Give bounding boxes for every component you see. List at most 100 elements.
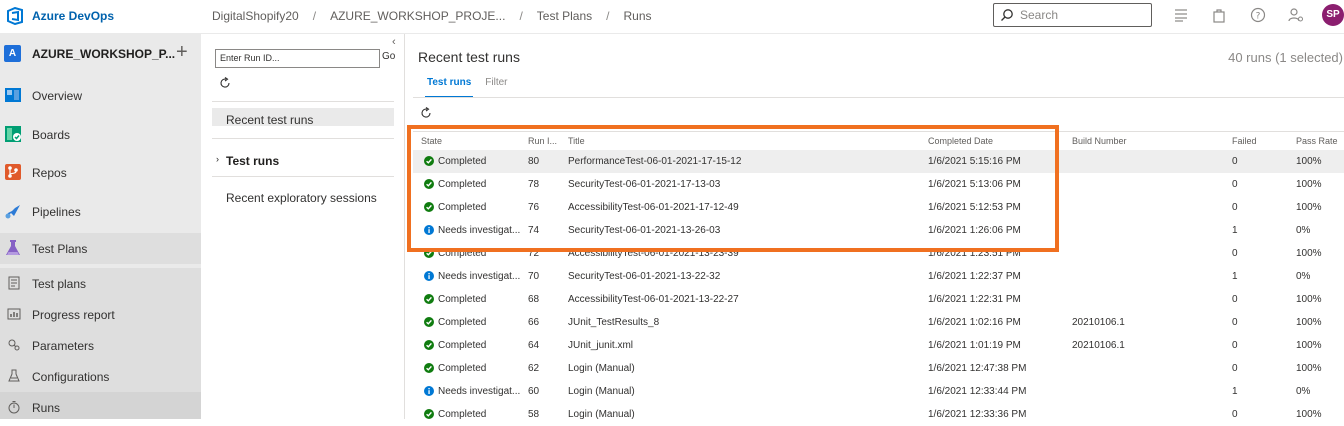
nav-item-label: Overview bbox=[32, 89, 83, 103]
row-build-number: 20210106.1 bbox=[1072, 340, 1125, 351]
settings-list-icon[interactable] bbox=[1173, 7, 1189, 23]
nav-item-boards[interactable]: Boards bbox=[0, 119, 201, 150]
nav-subitem-progress-report[interactable]: Progress report bbox=[0, 299, 201, 330]
row-pass-rate: 0% bbox=[1296, 225, 1311, 236]
nav-item-test-plans[interactable]: Test Plans bbox=[0, 233, 201, 264]
project-header[interactable]: A AZURE_WORKSHOP_P... + bbox=[0, 34, 201, 72]
test-plans-icon bbox=[6, 240, 20, 255]
table-row[interactable]: Needs investigat... 70 SecurityTest-06-01-… bbox=[413, 265, 1344, 288]
row-title[interactable]: SecurityTest-06-01-2021-13-22-32 bbox=[568, 271, 720, 282]
row-title[interactable]: JUnit_junit.xml bbox=[568, 340, 633, 351]
nav-subitem-parameters[interactable]: Parameters bbox=[0, 330, 201, 361]
nav-subitem-runs[interactable]: Runs bbox=[0, 392, 201, 419]
marketplace-bag-icon[interactable] bbox=[1211, 7, 1227, 23]
test-plans-list-icon bbox=[8, 276, 20, 290]
row-pass-rate: 100% bbox=[1296, 179, 1322, 190]
search-box[interactable] bbox=[993, 3, 1152, 27]
search-input[interactable] bbox=[1018, 6, 1148, 24]
row-completed-date: 1/6/2021 12:47:38 PM bbox=[928, 363, 1027, 374]
row-state: Needs investigat... bbox=[438, 386, 521, 397]
divider bbox=[212, 101, 394, 102]
run-id-field[interactable] bbox=[215, 49, 380, 68]
row-completed-date: 1/6/2021 1:02:16 PM bbox=[928, 317, 1021, 328]
row-title[interactable]: JUnit_TestResults_8 bbox=[568, 317, 659, 328]
row-run-id: 60 bbox=[528, 386, 540, 397]
column-header-failed[interactable]: Failed bbox=[1232, 136, 1257, 146]
row-completed-date: 1/6/2021 12:33:36 PM bbox=[928, 409, 1027, 420]
recent-exploratory-sessions-item[interactable]: Recent exploratory sessions bbox=[226, 191, 377, 205]
row-run-id: 68 bbox=[528, 294, 540, 305]
check-circle-icon bbox=[424, 363, 434, 373]
project-avatar: A bbox=[4, 45, 21, 62]
nav-item-label: Runs bbox=[32, 401, 61, 415]
row-pass-rate: 100% bbox=[1296, 156, 1322, 167]
row-failed-count: 0 bbox=[1232, 317, 1238, 328]
row-failed-count: 0 bbox=[1232, 409, 1238, 420]
nav-item-label: Test Plans bbox=[32, 242, 88, 256]
row-title[interactable]: Login (Manual) bbox=[568, 409, 635, 420]
recent-test-runs-label: Recent test runs bbox=[226, 113, 314, 127]
nav-subitem-configurations[interactable]: Configurations bbox=[0, 361, 201, 392]
chevron-right-icon[interactable]: › bbox=[216, 154, 219, 164]
info-circle-icon bbox=[424, 386, 434, 396]
project-name[interactable]: AZURE_WORKSHOP_P... bbox=[32, 47, 175, 61]
check-circle-icon bbox=[424, 340, 434, 350]
user-settings-icon[interactable] bbox=[1288, 7, 1304, 23]
row-run-id: 64 bbox=[528, 340, 540, 351]
column-header-build-number[interactable]: Build Number bbox=[1072, 136, 1127, 146]
table-row[interactable]: Needs investigat... 60 Login (Manual) 1/6/2… bbox=[413, 380, 1344, 403]
refresh-icon[interactable] bbox=[218, 76, 232, 90]
breadcrumb-project[interactable]: AZURE_WORKSHOP_PROJE... bbox=[330, 9, 505, 23]
tab-test-runs[interactable]: Test runs bbox=[424, 77, 474, 98]
table-row[interactable]: Completed 64 JUnit_junit.xml 1/6/2021 1:01:… bbox=[413, 334, 1344, 357]
nav-item-label: Configurations bbox=[32, 370, 110, 384]
table-row[interactable]: Completed 58 Login (Manual) 1/6/2021 12:33:… bbox=[413, 403, 1344, 426]
check-circle-icon bbox=[424, 294, 434, 304]
check-circle-icon bbox=[424, 409, 434, 419]
add-icon[interactable]: + bbox=[176, 40, 188, 64]
tab-filter[interactable]: Filter bbox=[485, 77, 507, 88]
nav-subitem-test-plans[interactable]: Test plans bbox=[0, 268, 201, 299]
info-circle-icon bbox=[424, 271, 434, 281]
nav-item-repos[interactable]: Repos bbox=[0, 157, 201, 188]
nav-item-label: Test plans bbox=[32, 277, 87, 291]
tab-bar: Test runs Filter bbox=[424, 77, 508, 98]
repos-icon bbox=[5, 164, 21, 180]
brand-name[interactable]: Azure DevOps bbox=[32, 9, 114, 23]
row-failed-count: 0 bbox=[1232, 340, 1238, 351]
nav-item-pipelines[interactable]: Pipelines bbox=[0, 196, 201, 227]
collapse-pane-icon[interactable]: ‹ bbox=[392, 36, 396, 48]
breadcrumb-test-plans[interactable]: Test Plans bbox=[537, 9, 592, 23]
row-run-id: 70 bbox=[528, 271, 540, 282]
nav-item-label: Boards bbox=[32, 128, 71, 142]
row-pass-rate: 100% bbox=[1296, 202, 1322, 213]
row-state: Completed bbox=[438, 409, 487, 420]
progress-report-icon bbox=[7, 308, 21, 320]
nav-item-overview[interactable]: Overview bbox=[0, 80, 201, 111]
breadcrumb-organization[interactable]: DigitalShopify20 bbox=[212, 9, 299, 23]
breadcrumb-runs[interactable]: Runs bbox=[623, 9, 651, 23]
table-row[interactable]: Completed 62 Login (Manual) 1/6/2021 12:47:… bbox=[413, 357, 1344, 380]
column-header-pass-rate[interactable]: Pass Rate bbox=[1296, 136, 1338, 146]
go-button[interactable]: Go bbox=[382, 51, 395, 62]
table-row[interactable]: Completed 66 JUnit_TestResults_8 1/6/2021 1… bbox=[413, 311, 1344, 334]
row-failed-count: 0 bbox=[1232, 294, 1238, 305]
divider bbox=[413, 97, 1344, 98]
row-title[interactable]: Login (Manual) bbox=[568, 363, 635, 374]
azure-devops-logo-icon[interactable] bbox=[6, 7, 24, 25]
runs-icon bbox=[8, 401, 20, 414]
breadcrumb-separator: / bbox=[519, 9, 523, 23]
nav-item-label: Parameters bbox=[32, 339, 95, 353]
row-failed-count: 1 bbox=[1232, 386, 1238, 397]
row-run-id: 62 bbox=[528, 363, 540, 374]
row-run-id: 66 bbox=[528, 317, 540, 328]
avatar[interactable]: SP bbox=[1322, 4, 1344, 26]
help-icon[interactable]: ? bbox=[1250, 7, 1266, 23]
table-row[interactable]: Completed 68 AccessibilityTest-06-01-2021-… bbox=[413, 288, 1344, 311]
page-title: Recent test runs bbox=[418, 49, 520, 65]
recent-test-runs-item[interactable]: Recent test runs bbox=[212, 108, 394, 127]
refresh-icon[interactable] bbox=[419, 106, 433, 120]
row-title[interactable]: AccessibilityTest-06-01-2021-13-22-27 bbox=[568, 294, 739, 305]
run-id-input[interactable] bbox=[216, 50, 379, 65]
row-title[interactable]: Login (Manual) bbox=[568, 386, 635, 397]
